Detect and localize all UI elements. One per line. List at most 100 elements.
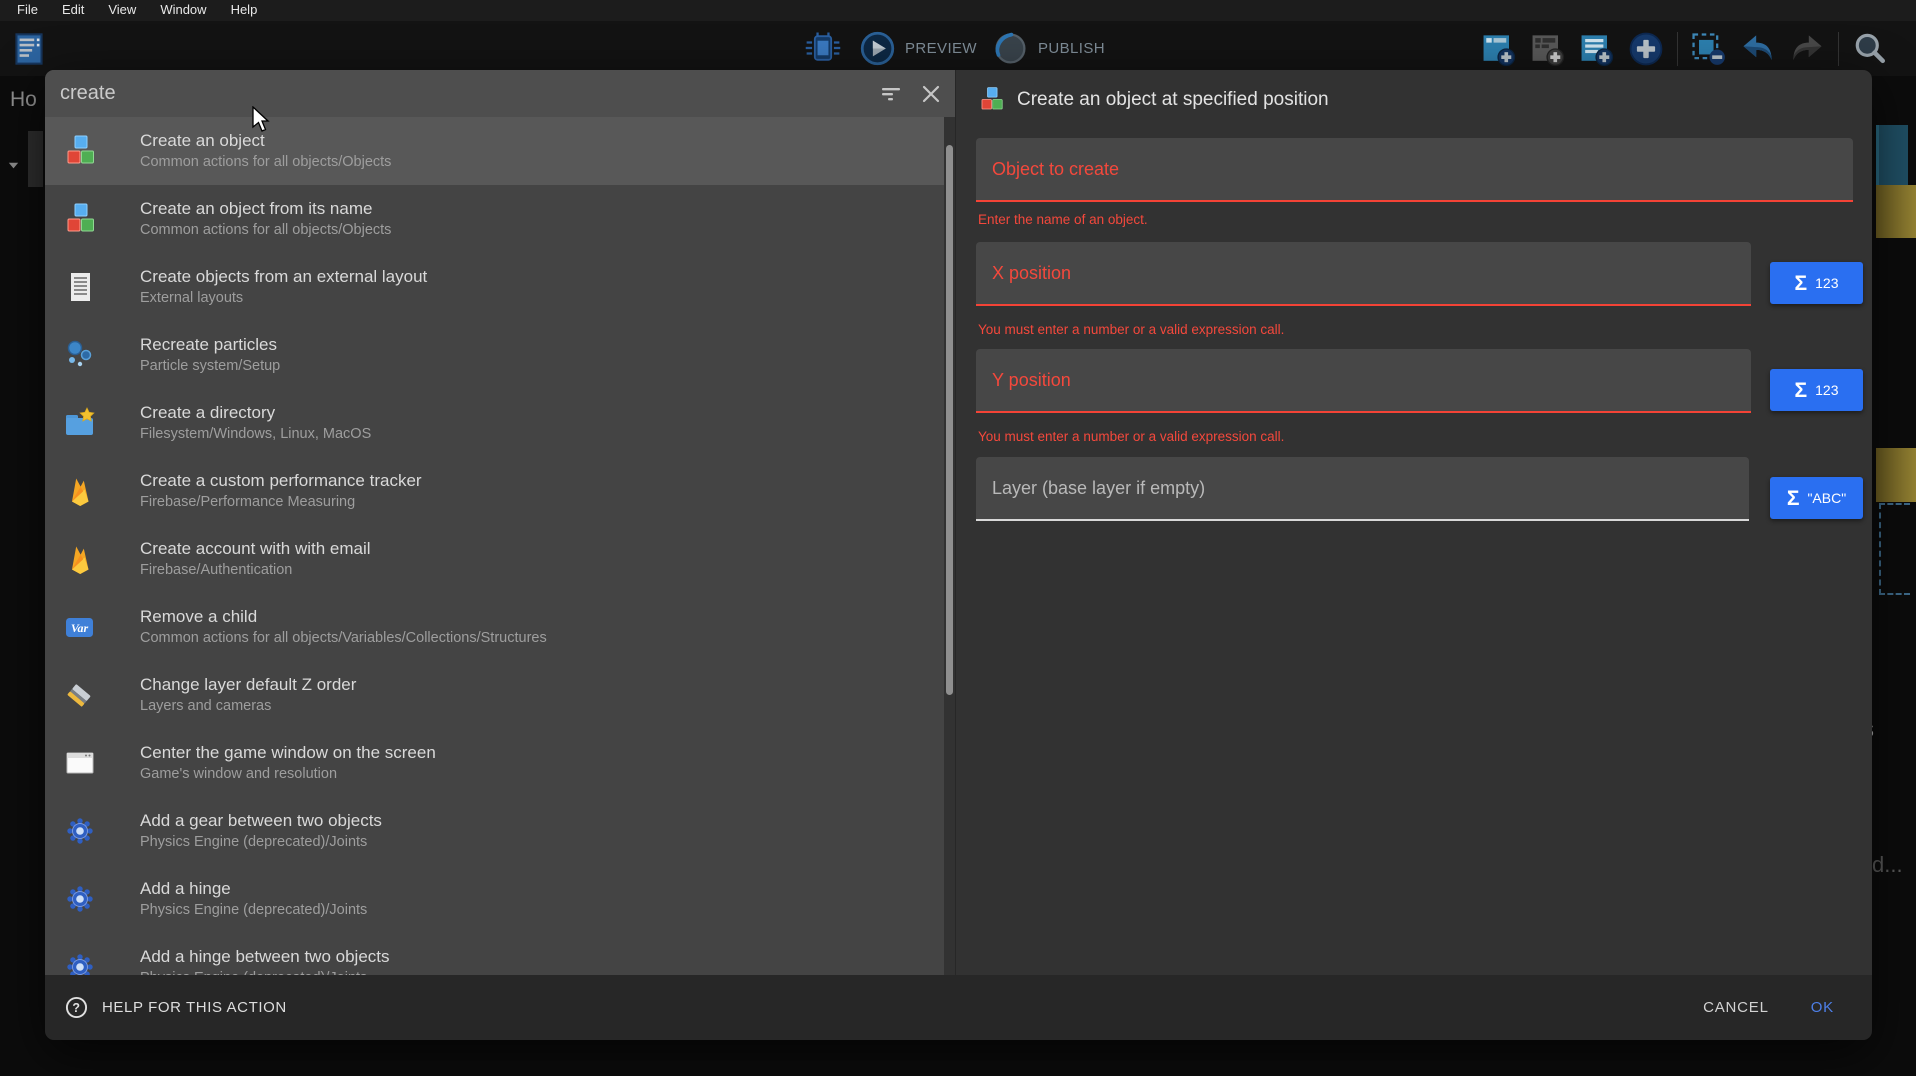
plus-circle-icon [1625, 29, 1667, 69]
filter-icon [879, 82, 903, 106]
action-list-item[interactable]: Create objects from an external layoutEx… [45, 253, 955, 321]
preview-button[interactable]: PREVIEW [859, 30, 977, 67]
action-title: Create account with with email [140, 537, 371, 560]
field-helper-text: Enter the name of an object. [978, 212, 1148, 227]
menu-window[interactable]: Window [148, 0, 218, 21]
action-group: Particle system/Setup [140, 356, 280, 377]
selection-minus-icon [1688, 29, 1730, 69]
footer-actions: CANCEL OK [1703, 999, 1834, 1016]
action-group: Physics Engine (deprecated)/Joints [140, 900, 367, 921]
action-group: Filesystem/Windows, Linux, MacOS [140, 424, 371, 445]
action-list-item[interactable]: Add a gear between two objectsPhysics En… [45, 797, 955, 865]
sigma-icon: Σ [1795, 380, 1808, 401]
window-icon [63, 746, 97, 780]
cancel-button[interactable]: CANCEL [1703, 999, 1769, 1016]
close-icon [919, 82, 943, 106]
action-list-item[interactable]: Create an object from its nameCommon act… [45, 185, 955, 253]
expression-button-label: 123 [1815, 382, 1838, 398]
close-search-button[interactable] [919, 82, 943, 106]
action-title: Recreate particles [140, 333, 280, 356]
y-position-field[interactable]: Y position [976, 349, 1751, 413]
action-title: Create an object from its name [140, 197, 391, 220]
ok-button[interactable]: OK [1811, 999, 1834, 1016]
action-group: Game's window and resolution [140, 764, 436, 785]
menu-file[interactable]: File [5, 0, 50, 21]
project-manager-icon [6, 26, 52, 72]
menu-edit[interactable]: Edit [50, 0, 96, 21]
redo-arrow-icon [1786, 29, 1828, 69]
action-list-item[interactable]: Create account with with emailFirebase/A… [45, 525, 955, 593]
gear-icon [63, 882, 97, 916]
menu-help[interactable]: Help [219, 0, 270, 21]
field-placeholder: X position [992, 263, 1071, 284]
gdevelop-window: FileEditViewWindowHelp PREVIEW PUBLISH H… [0, 0, 1916, 1076]
action-list-item[interactable]: Add a hinge between two objectsPhysics E… [45, 933, 955, 975]
toolbar-separator [1677, 32, 1678, 66]
search-bar [45, 70, 955, 117]
y-position-field-expression-button[interactable]: Σ 123 [1770, 369, 1863, 411]
debugger-button[interactable] [802, 28, 844, 68]
action-title: Create an object at specified position [1017, 89, 1329, 111]
field-helper-text: You must enter a number or a valid expre… [978, 322, 1284, 337]
x-position-field-expression-button[interactable]: Σ123 [1770, 262, 1863, 304]
redo-button[interactable] [1786, 29, 1828, 69]
action-list-item[interactable]: Center the game window on the screenGame… [45, 729, 955, 797]
search-input[interactable] [60, 82, 863, 105]
add-external-events-button[interactable] [1576, 29, 1618, 69]
publish-button[interactable]: PUBLISH [992, 30, 1105, 67]
undo-arrow-icon [1737, 29, 1779, 69]
globe-icon [992, 30, 1029, 67]
action-list-item[interactable]: Add a hingePhysics Engine (deprecated)/J… [45, 865, 955, 933]
edge-gold-tile-top [1876, 185, 1916, 238]
help-button[interactable]: ? HELP FOR THIS ACTION [65, 996, 287, 1019]
edge-text-fragment-2: d... [1872, 852, 1903, 878]
list-scrollbar-thumb[interactable] [946, 145, 953, 695]
bug-icon [802, 28, 844, 68]
action-group: Firebase/Performance Measuring [140, 492, 422, 513]
sigma-icon: Σ [1787, 488, 1800, 509]
action-list-item[interactable]: Recreate particlesParticle system/Setup [45, 321, 955, 389]
action-list-item[interactable]: Create a custom performance trackerFireb… [45, 457, 955, 525]
layer-field-expression-button[interactable]: Σ"ABC" [1770, 477, 1863, 519]
preview-label: PREVIEW [905, 40, 977, 57]
field-helper-text: You must enter a number or a valid expre… [978, 429, 1284, 444]
particles-icon [63, 338, 97, 372]
cubes-icon [978, 86, 1005, 113]
undo-button[interactable] [1737, 29, 1779, 69]
field-placeholder: Y position [992, 370, 1071, 391]
action-list-item[interactable]: VarRemove a childCommon actions for all … [45, 593, 955, 661]
firebase-flame-icon [63, 474, 97, 508]
action-list-item[interactable]: Create an objectCommon actions for all o… [45, 117, 955, 185]
choose-action-dialog: Create an objectCommon actions for all o… [45, 70, 1872, 1040]
action-group: Physics Engine (deprecated)/Joints [140, 832, 382, 853]
x-position-field[interactable]: X position [976, 242, 1751, 306]
menu-view[interactable]: View [96, 0, 148, 21]
svg-text:Var: Var [71, 621, 89, 635]
action-list-item[interactable]: Change layer default Z orderLayers and c… [45, 661, 955, 729]
add-external-layout-button[interactable] [1527, 29, 1569, 69]
deselect-button[interactable] [1688, 29, 1730, 69]
action-title: Create an object [140, 129, 391, 152]
layer-field[interactable]: Layer (base layer if empty) [976, 457, 1749, 521]
action-title: Add a gear between two objects [140, 809, 382, 832]
window-add-gray-icon [1527, 29, 1569, 69]
action-group: Layers and cameras [140, 696, 356, 717]
expression-button-label: 123 [1815, 275, 1838, 291]
edge-dashed-selection [1879, 503, 1910, 595]
object-to-create-field[interactable]: Object to create [976, 138, 1853, 202]
add-object-button[interactable] [1625, 29, 1667, 69]
filter-button[interactable] [879, 82, 903, 106]
project-manager-button[interactable] [6, 26, 52, 72]
field-placeholder: Object to create [992, 159, 1119, 180]
add-scene-button[interactable] [1478, 29, 1520, 69]
folder-star-icon [63, 406, 97, 440]
chevron-down-icon [6, 158, 21, 173]
action-group: Firebase/Authentication [140, 560, 371, 581]
search-button[interactable] [1849, 29, 1891, 69]
toolbar-center: PREVIEW PUBLISH [802, 28, 1105, 68]
action-title: Add a hinge [140, 877, 367, 900]
toolbar-separator [1838, 32, 1839, 66]
edge-teal-tile [1876, 125, 1908, 185]
action-list-item[interactable]: Create a directoryFilesystem/Windows, Li… [45, 389, 955, 457]
action-title: Create a directory [140, 401, 371, 424]
